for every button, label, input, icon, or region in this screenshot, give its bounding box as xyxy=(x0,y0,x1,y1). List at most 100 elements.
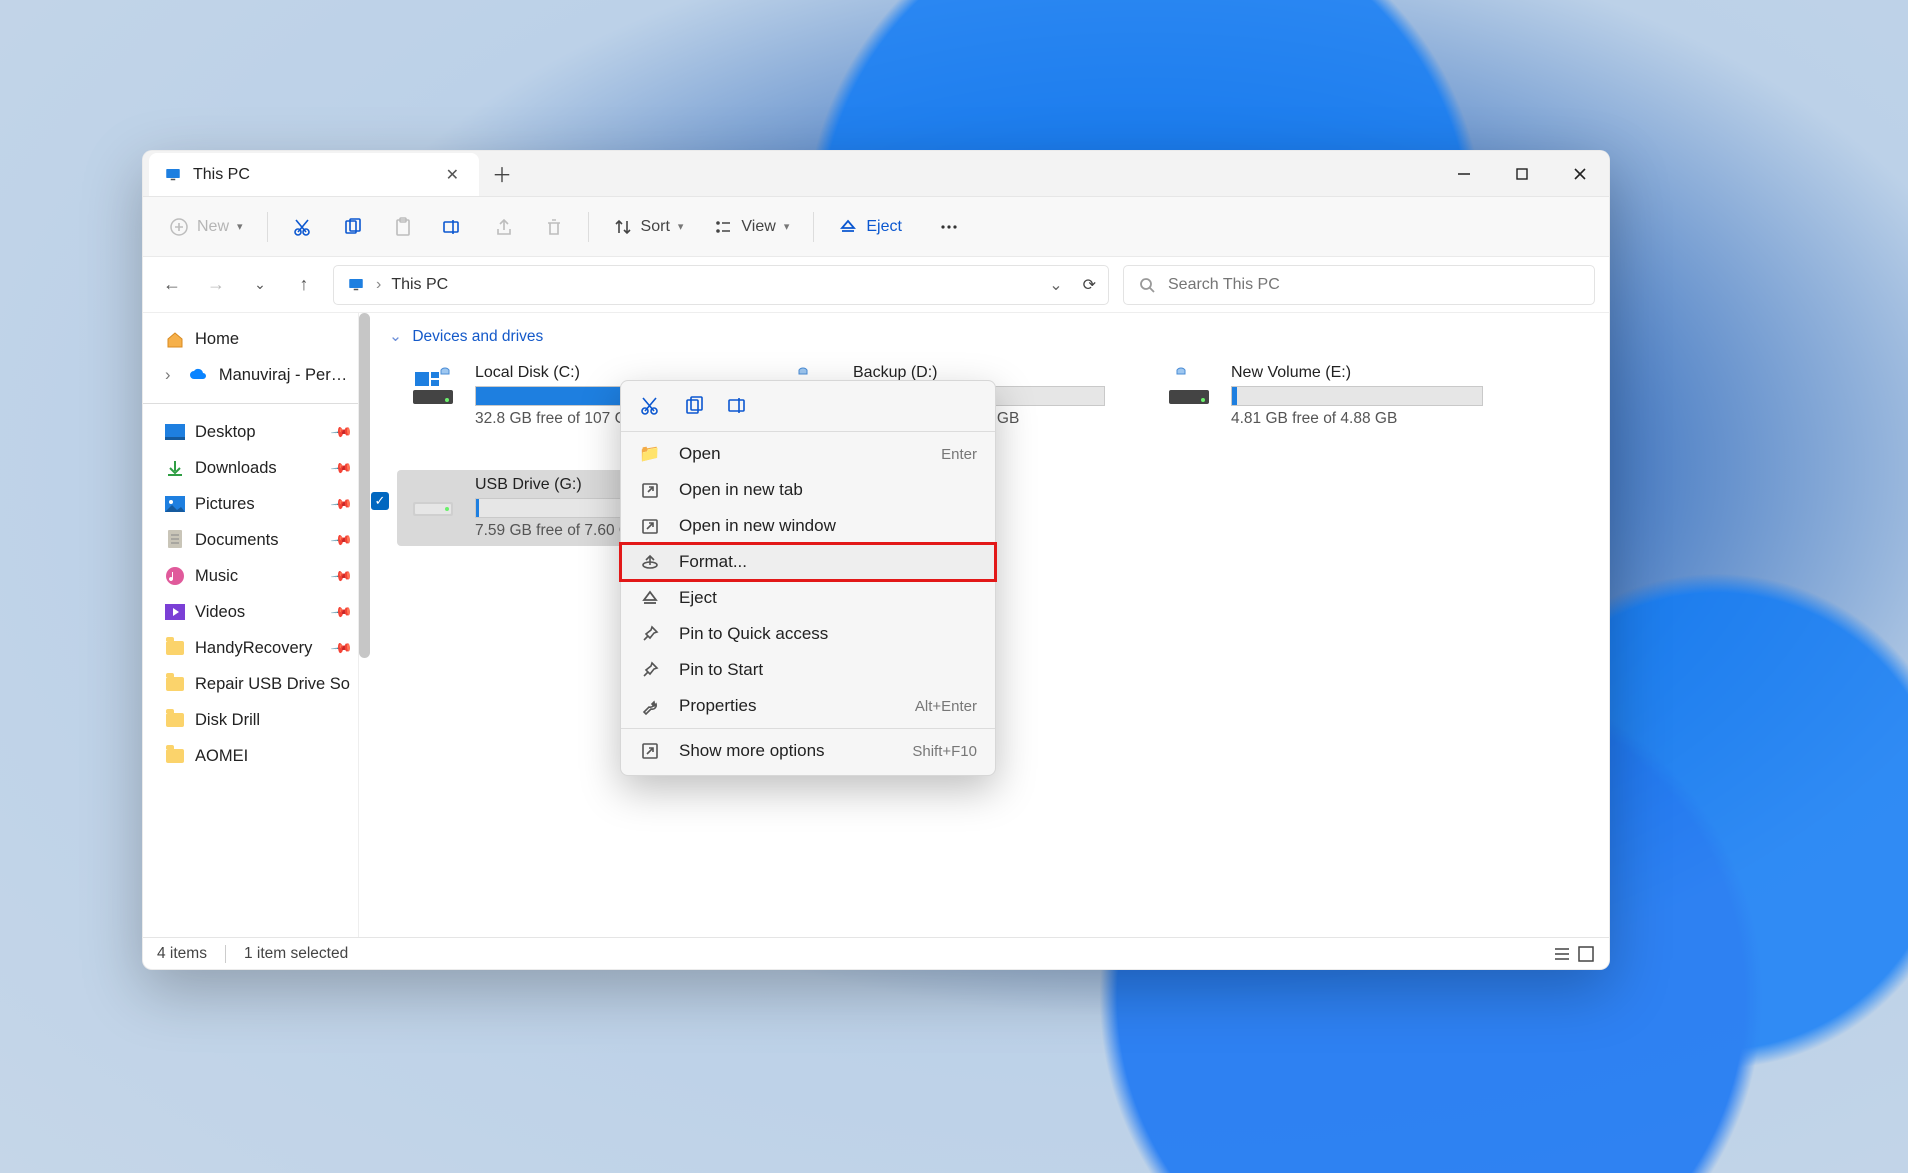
sidebar-item-downloads[interactable]: Downloads 📌 xyxy=(161,452,354,484)
thumbnails-view-button[interactable] xyxy=(1577,945,1595,963)
up-button[interactable]: ↑ xyxy=(289,274,319,295)
context-open-new-tab[interactable]: Open in new tab xyxy=(621,472,995,508)
context-label: Open in new tab xyxy=(679,480,803,500)
scrollbar[interactable] xyxy=(359,313,370,658)
window-buttons xyxy=(1435,151,1609,196)
selection-checkbox[interactable]: ✓ xyxy=(371,492,389,510)
sidebar-item-videos[interactable]: Videos📌 xyxy=(161,596,354,628)
sidebar-label: Disk Drill xyxy=(195,711,260,730)
more-options-icon xyxy=(639,741,661,761)
share-button[interactable] xyxy=(482,209,526,245)
context-show-more[interactable]: Show more optionsShift+F10 xyxy=(621,733,995,769)
pin-icon: 📌 xyxy=(329,636,353,660)
view-button[interactable]: View ▾ xyxy=(701,209,801,245)
drive-icon xyxy=(405,364,461,410)
eject-icon xyxy=(639,588,661,608)
sidebar-item-handyrecovery[interactable]: HandyRecovery 📌 xyxy=(161,632,354,664)
shortcut-label: Enter xyxy=(941,446,977,463)
sidebar-item-onedrive[interactable]: › Manuviraj - Personal xyxy=(161,359,354,391)
pin-icon: 📌 xyxy=(329,420,353,444)
divider xyxy=(621,431,995,432)
address-dropdown[interactable]: ⌄ xyxy=(1049,275,1062,295)
status-item-count: 4 items xyxy=(157,945,207,963)
tab-this-pc[interactable]: This PC ✕ xyxy=(149,153,479,196)
sidebar-item-desktop[interactable]: Desktop 📌 xyxy=(161,416,354,448)
search-input[interactable] xyxy=(1168,276,1580,294)
paste-button[interactable] xyxy=(380,209,424,245)
sidebar-label: Desktop xyxy=(195,423,256,442)
delete-button[interactable] xyxy=(532,209,576,245)
more-button[interactable] xyxy=(926,209,972,245)
context-pin-start[interactable]: Pin to Start xyxy=(621,652,995,688)
back-button[interactable]: ← xyxy=(157,274,187,295)
copy-button[interactable] xyxy=(330,209,374,245)
context-open-new-window[interactable]: Open in new window xyxy=(621,508,995,544)
recent-button[interactable]: ⌄ xyxy=(245,276,275,293)
tab-close-button[interactable]: ✕ xyxy=(440,161,465,189)
sidebar-label: Downloads xyxy=(195,459,277,478)
wrench-icon xyxy=(639,696,661,716)
new-window-icon xyxy=(639,516,661,536)
pin-icon: 📌 xyxy=(329,600,353,624)
divider xyxy=(225,945,226,963)
pin-icon: 📌 xyxy=(329,492,353,516)
pin-icon xyxy=(639,660,661,680)
pin-icon xyxy=(639,624,661,644)
context-format[interactable]: Format... xyxy=(621,544,995,580)
sidebar-label: HandyRecovery xyxy=(195,639,312,658)
minimize-button[interactable] xyxy=(1435,151,1493,196)
search-box[interactable] xyxy=(1123,265,1595,305)
context-properties[interactable]: PropertiesAlt+Enter xyxy=(621,688,995,724)
divider xyxy=(813,212,814,242)
divider xyxy=(267,212,268,242)
sidebar-label: Manuviraj - Personal xyxy=(219,366,350,385)
details-view-button[interactable] xyxy=(1553,945,1571,963)
videos-icon xyxy=(165,602,185,622)
new-button[interactable]: New ▾ xyxy=(157,209,255,245)
pictures-icon xyxy=(165,494,185,514)
desktop-icon xyxy=(165,422,185,442)
sidebar-item-documents[interactable]: Documents📌 xyxy=(161,524,354,556)
sort-button[interactable]: Sort ▾ xyxy=(601,209,696,245)
eject-button[interactable]: Eject xyxy=(826,209,914,245)
address-bar[interactable]: › This PC ⌄ ⟳ xyxy=(333,265,1109,305)
maximize-button[interactable] xyxy=(1493,151,1551,196)
monitor-icon xyxy=(346,275,366,295)
forward-button[interactable]: → xyxy=(201,274,231,295)
sidebar-label: Repair USB Drive Software xyxy=(195,675,350,694)
chevron-down-icon: ⌄ xyxy=(389,328,402,345)
divider xyxy=(621,728,995,729)
cut-button[interactable] xyxy=(639,395,661,417)
view-label: View xyxy=(741,218,775,236)
section-devices-drives[interactable]: ⌄ Devices and drives xyxy=(359,313,1609,354)
context-label: Pin to Start xyxy=(679,660,763,680)
sidebar-item-music[interactable]: Music📌 xyxy=(161,560,354,592)
chevron-down-icon: ▾ xyxy=(237,220,243,233)
shortcut-label: Shift+F10 xyxy=(912,743,977,760)
cut-button[interactable] xyxy=(280,209,324,245)
status-selection: 1 item selected xyxy=(244,945,348,963)
sidebar-item-pictures[interactable]: Pictures📌 xyxy=(161,488,354,520)
refresh-button[interactable]: ⟳ xyxy=(1083,275,1096,295)
sidebar-item-home[interactable]: Home xyxy=(161,323,354,355)
navigation-pane: Home › Manuviraj - Personal Desktop 📌 Dow… xyxy=(143,313,359,937)
sidebar-item-aomei[interactable]: AOMEI xyxy=(161,740,354,772)
context-eject[interactable]: Eject xyxy=(621,580,995,616)
context-pin-quick-access[interactable]: Pin to Quick access xyxy=(621,616,995,652)
breadcrumb-root[interactable]: This PC xyxy=(391,276,448,294)
context-open[interactable]: 📁OpenEnter xyxy=(621,436,995,472)
rename-button[interactable] xyxy=(727,395,751,417)
drive-newvolume-e[interactable]: New Volume (E:) 4.81 GB free of 4.88 GB xyxy=(1153,358,1491,434)
sidebar-item-repair-usb[interactable]: Repair USB Drive Software xyxy=(161,668,354,700)
address-search-row: ← → ⌄ ↑ › This PC ⌄ ⟳ xyxy=(143,257,1609,313)
drive-usage-bar xyxy=(1231,386,1483,406)
divider xyxy=(143,403,358,404)
sidebar-item-diskdrill[interactable]: Disk Drill xyxy=(161,704,354,736)
copy-button[interactable] xyxy=(683,395,705,417)
close-button[interactable] xyxy=(1551,151,1609,196)
tab-title: This PC xyxy=(193,166,250,184)
monitor-icon xyxy=(163,165,183,185)
pin-icon: 📌 xyxy=(329,456,353,480)
new-tab-button[interactable]: ＋ xyxy=(479,151,525,196)
rename-button[interactable] xyxy=(430,209,476,245)
